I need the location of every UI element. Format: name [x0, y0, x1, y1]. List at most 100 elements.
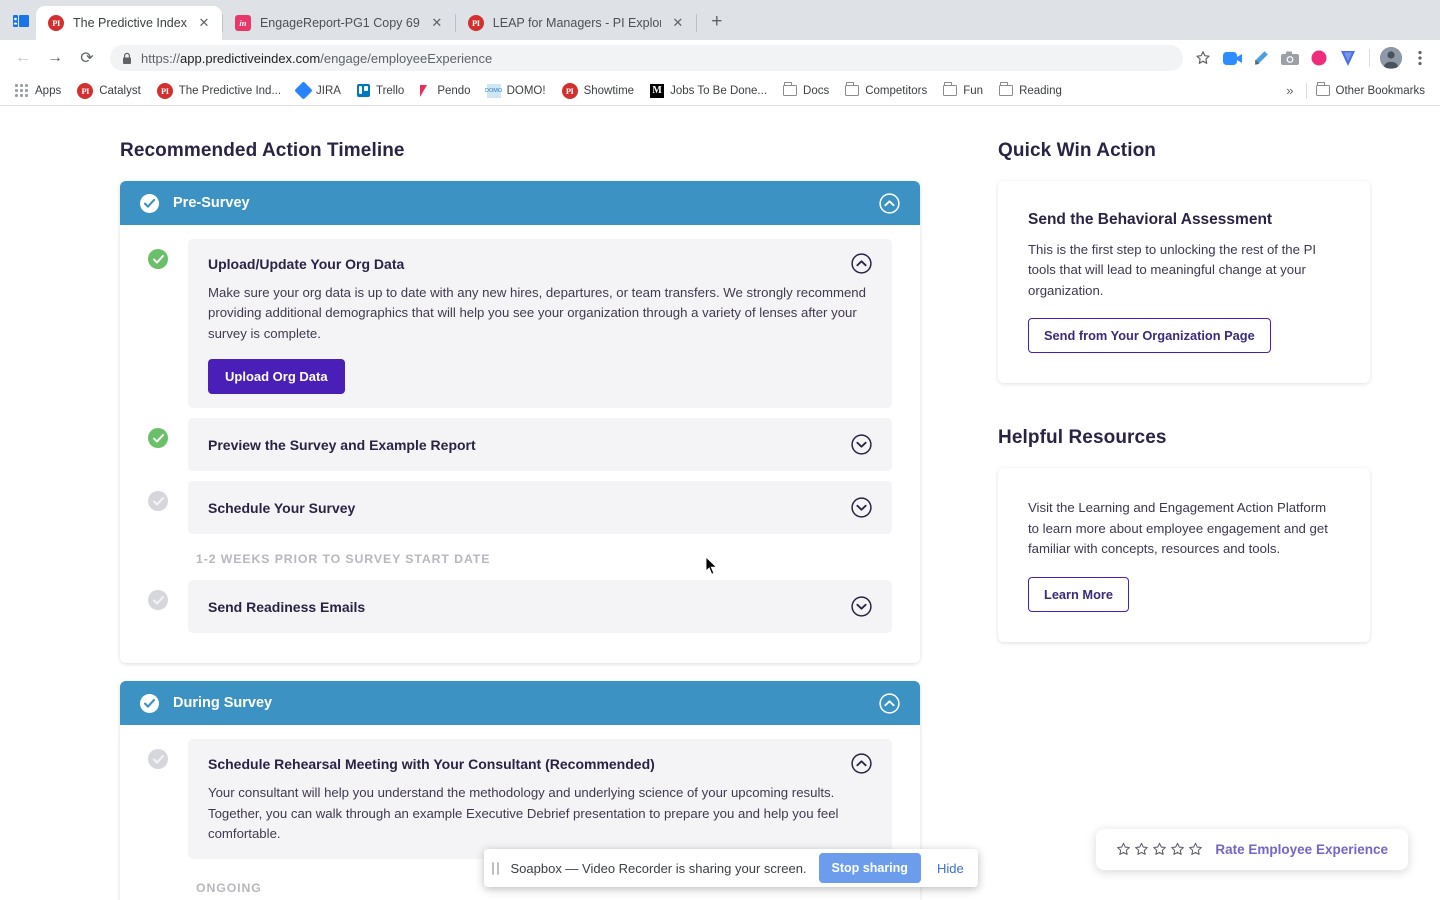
folder-icon — [943, 82, 958, 96]
task-card-preview-survey[interactable]: Preview the Survey and Example Report — [188, 418, 892, 472]
share-message: Soapbox — Video Recorder is sharing your… — [510, 860, 807, 876]
tab-title: The Predictive Index — [73, 16, 187, 30]
bookmark-folder-competitors[interactable]: Competitors — [838, 82, 934, 100]
new-tab-button[interactable]: + — [703, 8, 731, 36]
url-scheme: https:// — [141, 50, 181, 66]
bookmark-domo[interactable]: DOMO DOMO! — [480, 81, 553, 101]
pink-circle-icon[interactable] — [1307, 46, 1331, 70]
learn-more-button[interactable]: Learn More — [1028, 576, 1129, 612]
star-rating[interactable] — [1116, 842, 1203, 857]
task-header: Upload/Update Your Org Data — [208, 253, 872, 274]
bookmark-catalyst[interactable]: PI Catalyst — [70, 80, 148, 102]
check-circle-icon — [140, 193, 159, 213]
timeline-column: Recommended Action Timeline Pre-Survey U… — [120, 140, 920, 900]
phase-title: During Survey — [173, 695, 273, 712]
bookmark-label: Jobs To Be Done... — [670, 84, 768, 97]
task-card-send-readiness-emails[interactable]: Send Readiness Emails — [188, 580, 892, 634]
task-status-pending-icon — [148, 491, 168, 512]
bookmark-label: Trello — [375, 84, 405, 97]
screen-share-notification-bar: Soapbox — Video Recorder is sharing your… — [484, 849, 978, 887]
close-icon[interactable]: ✕ — [670, 15, 686, 31]
stop-sharing-button[interactable]: Stop sharing — [818, 853, 921, 883]
task-card-schedule-rehearsal[interactable]: Schedule Rehearsal Meeting with Your Con… — [188, 739, 892, 859]
browser-toolbar: ← → ⟳ https://app.predictiveindex.com/en… — [0, 40, 1440, 76]
bookmark-folder-fun[interactable]: Fun — [936, 82, 990, 100]
pi-icon: PI — [48, 15, 64, 31]
camera-icon[interactable] — [1278, 46, 1302, 70]
other-bookmarks-folder[interactable]: Other Bookmarks — [1309, 82, 1432, 100]
bookmark-star-icon[interactable] — [1191, 46, 1215, 70]
task-row: Upload/Update Your Org Data Make sure yo… — [148, 239, 892, 409]
task-row: Preview the Survey and Example Report — [148, 418, 892, 472]
drag-handle-icon[interactable] — [492, 861, 499, 875]
bookmark-folder-docs[interactable]: Docs — [776, 82, 836, 100]
phase-body-pre-survey: Upload/Update Your Org Data Make sure yo… — [120, 225, 920, 664]
page-title: Recommended Action Timeline — [120, 140, 405, 161]
phase-header-pre-survey[interactable]: Pre-Survey — [120, 181, 920, 225]
bookmark-folder-reading[interactable]: Reading — [992, 82, 1069, 100]
bookmark-jira[interactable]: JIRA — [290, 81, 348, 100]
close-icon[interactable]: ✕ — [429, 15, 445, 31]
check-circle-icon — [140, 693, 159, 713]
sidebar-column: Quick Win Action Send the Behavioral Ass… — [998, 140, 1370, 900]
task-card-upload-org-data[interactable]: Upload/Update Your Org Data Make sure yo… — [188, 239, 892, 409]
bookmark-trello[interactable]: Trello — [350, 81, 411, 100]
folder-icon — [845, 82, 860, 96]
invision-icon: in — [234, 15, 251, 31]
avatar — [1380, 47, 1402, 69]
rate-employee-experience-widget[interactable]: Rate Employee Experience — [1096, 829, 1408, 870]
reload-icon[interactable]: ⟳ — [72, 43, 102, 73]
tab-title: LEAP for Managers - PI Explore — [492, 16, 661, 30]
tab-search-icon[interactable] — [6, 6, 36, 36]
back-icon[interactable]: ← — [8, 43, 38, 73]
bookmark-label: Docs — [803, 84, 830, 97]
rate-widget-label: Rate Employee Experience — [1215, 842, 1388, 857]
quick-win-card: Send the Behavioral Assessment This is t… — [998, 181, 1370, 384]
profile-avatar[interactable] — [1379, 46, 1403, 70]
task-header: Preview the Survey and Example Report — [208, 434, 872, 456]
chevron-up-circle-icon[interactable] — [851, 253, 872, 274]
phase-title: Pre-Survey — [173, 195, 250, 211]
browser-tab-1[interactable]: PI The Predictive Index ✕ — [36, 6, 222, 40]
task-title: Preview the Survey and Example Report — [208, 436, 476, 453]
task-title: Send Readiness Emails — [208, 598, 366, 615]
tab-title: EngageReport-PG1 Copy 69 — [259, 16, 420, 30]
bookmark-jobs-to-be-done[interactable]: M Jobs To Be Done... — [643, 81, 774, 101]
close-icon[interactable]: ✕ — [196, 15, 212, 31]
forward-icon[interactable]: → — [40, 43, 70, 73]
browser-tab-3[interactable]: PI LEAP for Managers - PI Explore ✕ — [456, 6, 696, 40]
task-card-schedule-survey[interactable]: Schedule Your Survey — [188, 481, 892, 535]
upload-org-data-button[interactable]: Upload Org Data — [208, 359, 345, 395]
mouse-cursor — [705, 555, 719, 581]
bookmark-apps[interactable]: Apps — [8, 81, 68, 101]
phase-header-during-survey[interactable]: During Survey — [120, 681, 920, 726]
other-bookmarks-label: Other Bookmarks — [1335, 84, 1425, 97]
zoom-video-icon[interactable] — [1220, 46, 1244, 70]
chevron-up-circle-icon[interactable] — [851, 753, 872, 775]
bookmark-label: Pendo — [437, 84, 471, 97]
bookmark-pendo[interactable]: Pendo — [413, 82, 477, 100]
chevron-down-circle-icon[interactable] — [851, 596, 872, 618]
chevron-up-circle-icon[interactable] — [879, 192, 900, 214]
bookmarks-overflow-icon[interactable]: » — [1276, 83, 1303, 98]
highlighter-pen-icon[interactable] — [1249, 46, 1273, 70]
task-title: Upload/Update Your Org Data — [208, 255, 405, 272]
chevron-down-circle-icon[interactable] — [851, 434, 872, 456]
address-bar[interactable]: https://app.predictiveindex.com/engage/e… — [110, 45, 1183, 71]
grammarly-icon[interactable] — [1336, 46, 1360, 70]
chevron-down-circle-icon[interactable] — [851, 497, 872, 519]
bookmark-label: Reading — [1019, 84, 1062, 97]
bookmark-label: Apps — [35, 84, 62, 97]
chrome-menu-icon[interactable] — [1408, 46, 1432, 70]
pendo-icon — [420, 84, 428, 97]
bookmark-showtime[interactable]: PI Showtime — [555, 80, 642, 102]
hide-button[interactable]: Hide — [933, 861, 968, 876]
send-from-organization-page-button[interactable]: Send from Your Organization Page — [1028, 318, 1271, 354]
chevron-up-circle-icon[interactable] — [879, 693, 900, 714]
phase-card-pre-survey: Pre-Survey Upload/Update Your Org Data M… — [120, 181, 920, 664]
bookmark-predictive-index[interactable]: PI The Predictive Ind... — [150, 80, 288, 102]
medium-icon: M — [650, 83, 665, 98]
helpful-resources-body: Visit the Learning and Engagement Action… — [1028, 500, 1328, 557]
task-title: Schedule Your Survey — [208, 499, 356, 516]
browser-tab-2[interactable]: in EngageReport-PG1 Copy 69 ✕ — [223, 6, 455, 40]
